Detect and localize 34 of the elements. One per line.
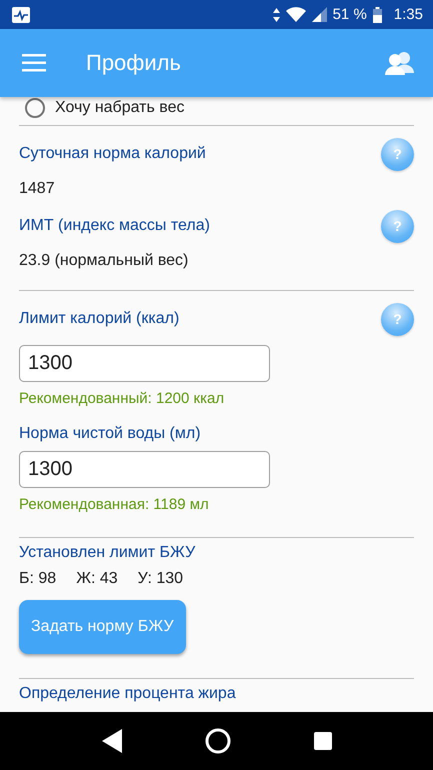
field-value: 1487 xyxy=(19,179,56,199)
recommendation-text: Рекомендованный: 1200 ккал xyxy=(19,389,226,409)
wifi-icon xyxy=(286,7,306,22)
battery-icon xyxy=(372,6,382,22)
battery-percent: 51 % xyxy=(332,6,367,23)
radio-label: Хочу набрать вес xyxy=(55,99,184,117)
help-button[interactable]: ? xyxy=(381,210,414,242)
menu-icon[interactable] xyxy=(22,54,46,72)
signal-icon xyxy=(312,7,327,22)
macro-value: У: 130 xyxy=(138,570,184,588)
data-arrows-icon xyxy=(272,8,280,22)
activity-icon xyxy=(12,6,30,22)
macro-value: Б: 98 xyxy=(19,570,56,588)
section-label: Определение процента жира xyxy=(19,685,237,703)
macro-value: Ж: 43 xyxy=(76,570,118,588)
set-macros-button[interactable]: Задать норму БЖУ xyxy=(19,600,186,654)
recommendation-text: Рекомендованная: 1189 мл xyxy=(19,495,210,515)
clock-time: 1:35 xyxy=(394,6,423,23)
section-label: Установлен лимит БЖУ xyxy=(19,544,196,562)
radio-button[interactable] xyxy=(25,98,45,118)
screen-title: Профиль xyxy=(86,50,182,76)
help-button[interactable]: ? xyxy=(381,138,414,170)
field-value: 23.9 (нормальный вес) xyxy=(19,251,190,271)
home-icon[interactable] xyxy=(204,728,230,754)
input-field[interactable]: 1300 xyxy=(19,451,270,488)
help-button[interactable]: ? xyxy=(381,302,414,336)
field-label: Норма чистой воды (мл) xyxy=(19,424,202,443)
field-label: ИМТ (индекс массы тела) xyxy=(19,217,210,235)
field-label: Суточная норма калорий xyxy=(19,145,206,163)
field-label: Лимит калорий (ккал) xyxy=(19,310,180,328)
back-icon[interactable] xyxy=(102,729,122,753)
recents-icon[interactable] xyxy=(314,732,332,750)
users-icon[interactable] xyxy=(385,51,415,75)
input-field[interactable]: 1300 xyxy=(19,345,270,382)
